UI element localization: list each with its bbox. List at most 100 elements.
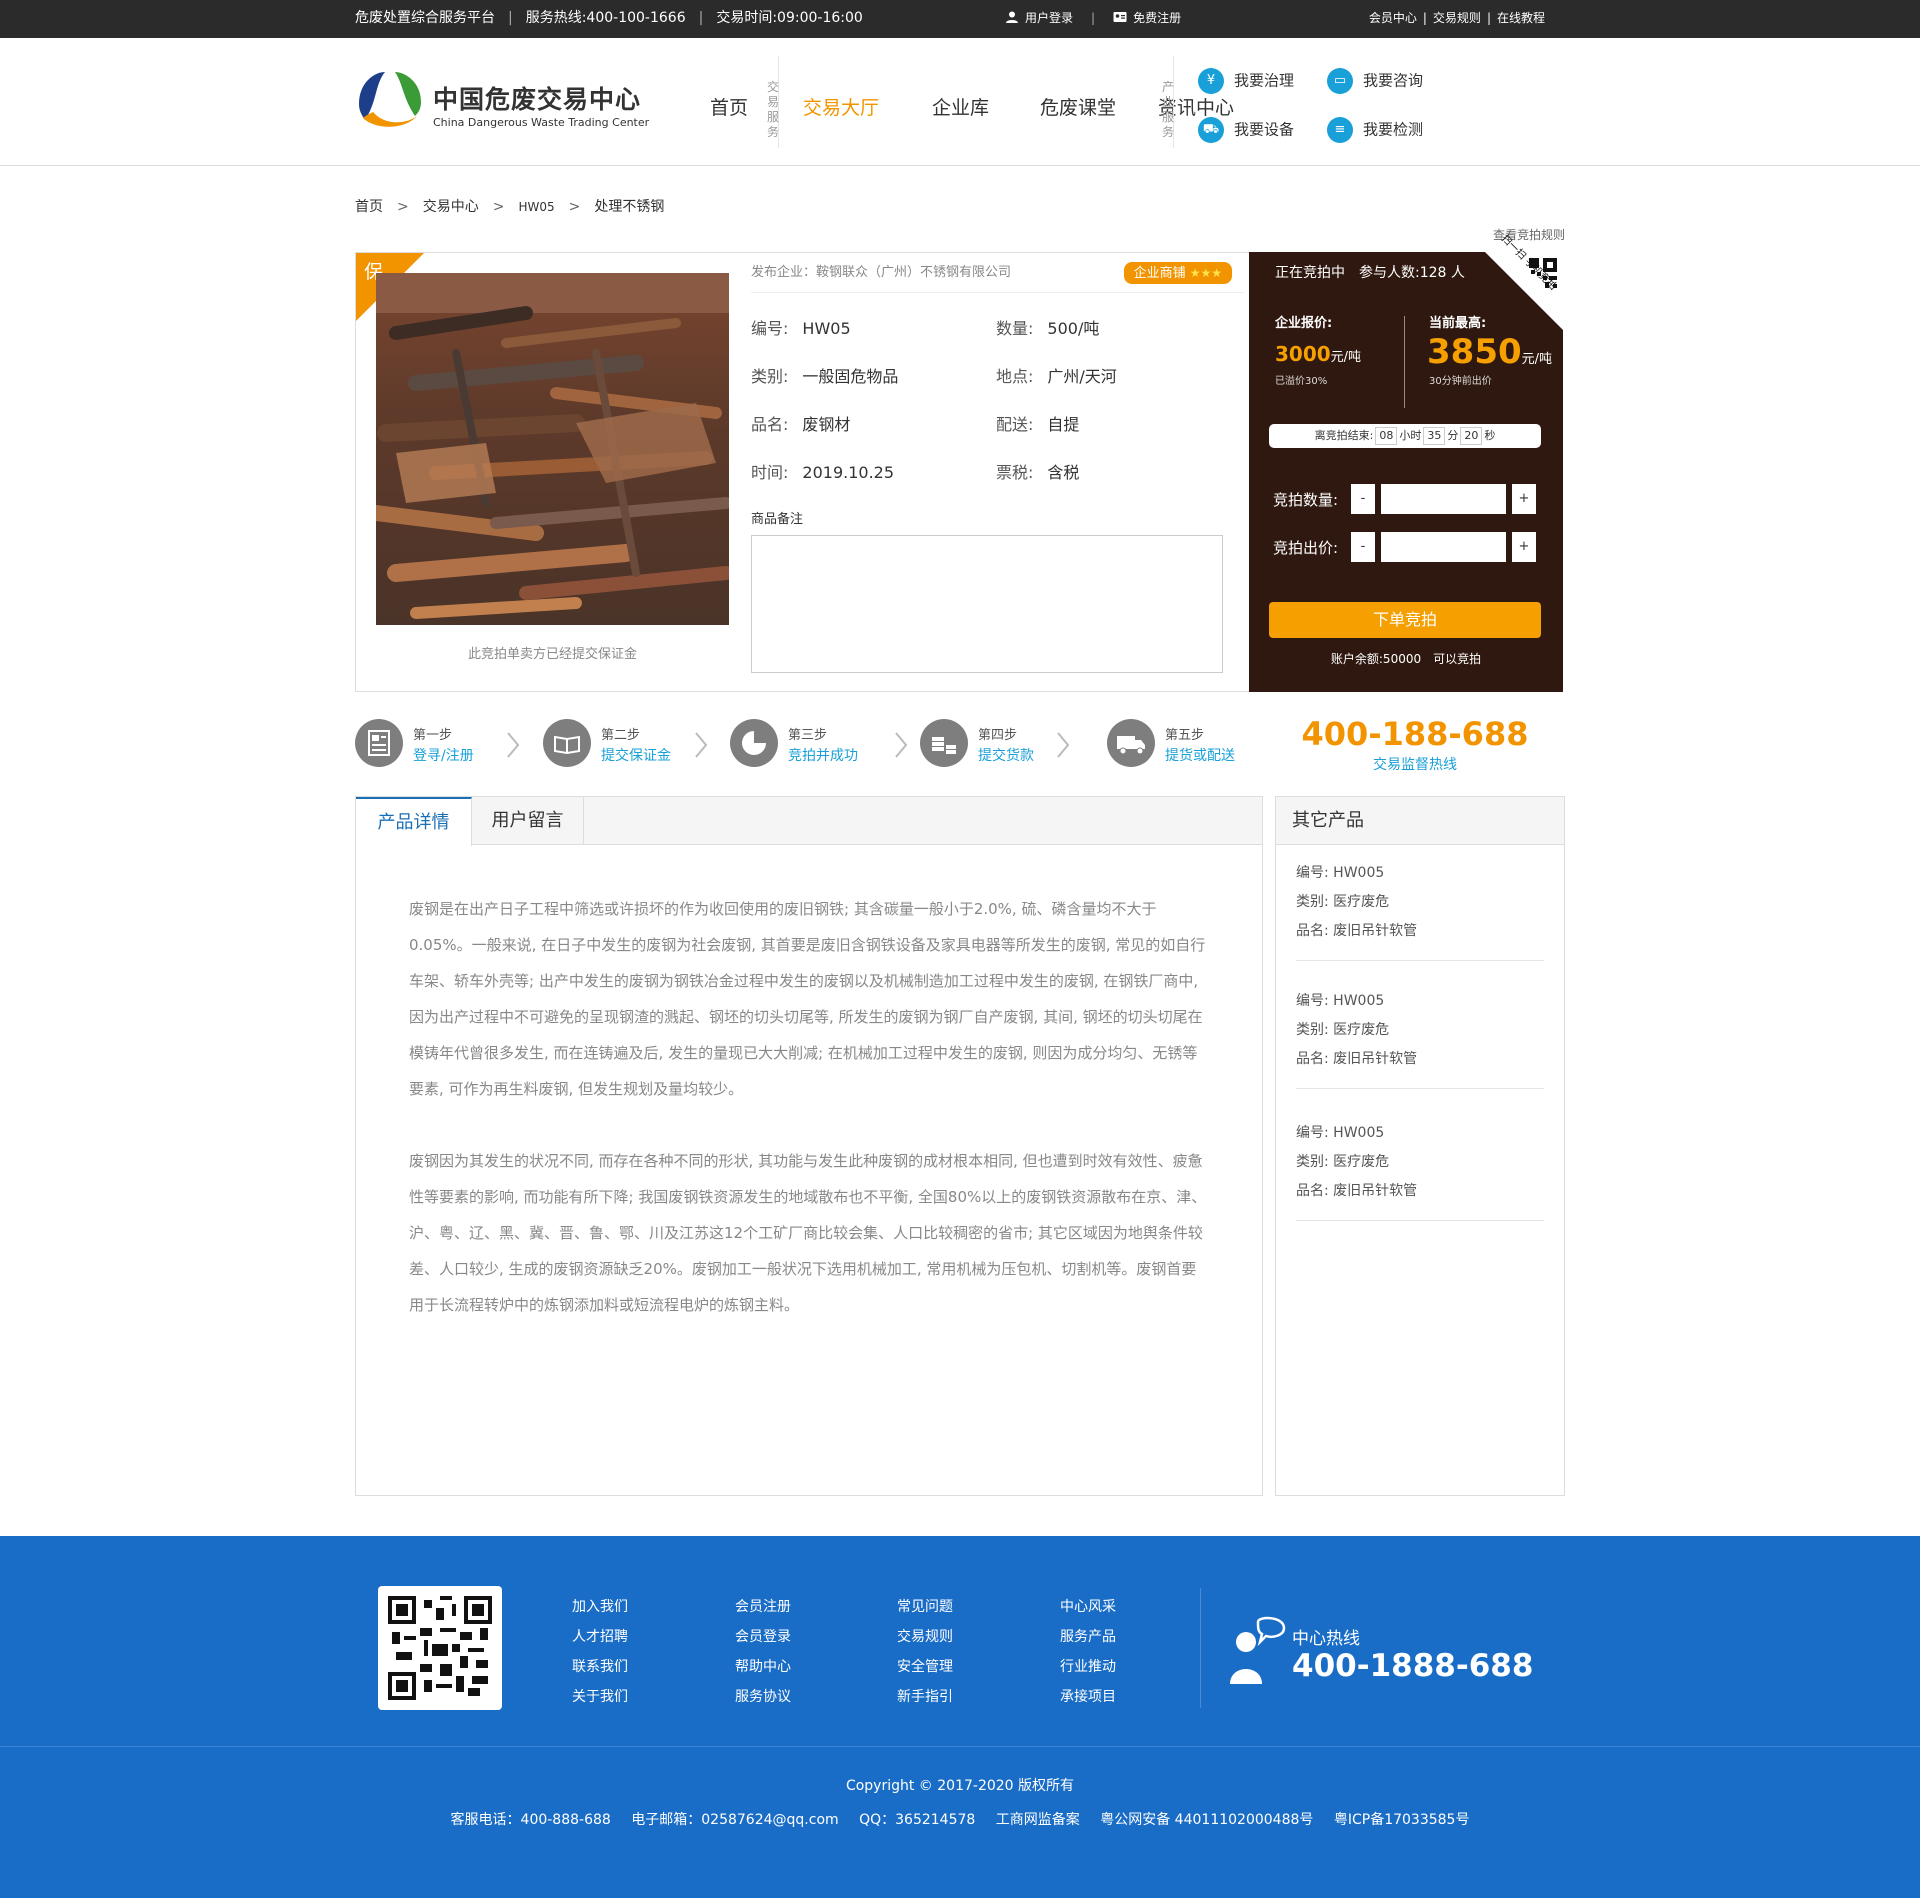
footer-link[interactable]: 服务协议 (735, 1682, 791, 1712)
register-link[interactable]: 免费注册 (1133, 11, 1181, 25)
breadcrumb-home[interactable]: 首页 (355, 199, 383, 215)
user-icon (1006, 11, 1018, 23)
nav-trading-hall[interactable]: 交易大厅 (803, 93, 879, 120)
business-record[interactable]: 工商网监备案 (996, 1812, 1080, 1828)
service-testing-label: 我要检测 (1363, 120, 1424, 139)
service-consult[interactable]: ▭ 我要咨询 (1327, 68, 1423, 94)
step-3-number: 第三步 (788, 728, 828, 743)
step-4-number: 第四步 (978, 728, 1018, 743)
footer-link[interactable]: 联系我们 (572, 1652, 628, 1682)
footer-link[interactable]: 新手指引 (897, 1682, 953, 1712)
rating-stars: ★★★ (1189, 266, 1222, 280)
icp-record[interactable]: 粤ICP备17033585号 (1334, 1812, 1470, 1828)
supervision-number: 400-188-688 (1301, 715, 1529, 753)
footer-bottom: Copyright © 2017-2020 版权所有 客服电话：400-888-… (0, 1746, 1920, 1898)
trade-rules-link[interactable]: 交易规则 (1433, 11, 1481, 25)
countdown-seconds: 20 (1460, 427, 1483, 445)
chevron-right-icon (695, 732, 708, 758)
login-link[interactable]: 用户登录 (1025, 11, 1073, 25)
field-location: 地点: 广州/天河 (996, 367, 1117, 386)
field-date: 时间: 2019.10.25 (751, 463, 895, 482)
footer-link[interactable]: 关于我们 (572, 1682, 628, 1712)
service-consult-label: 我要咨询 (1363, 71, 1424, 90)
contact-qq: QQ：365214578 (859, 1812, 976, 1828)
footer-link[interactable]: 会员注册 (735, 1592, 791, 1622)
auth-links: 用户登录 | 免费注册 (1005, 0, 1181, 36)
contact-phone: 客服电话：400-888-688 (450, 1812, 611, 1828)
footer-link[interactable]: 安全管理 (897, 1652, 953, 1682)
footer-link[interactable]: 加入我们 (572, 1592, 628, 1622)
price-plus-button[interactable]: + (1512, 532, 1536, 562)
service-testing[interactable]: ≡ 我要检测 (1327, 117, 1423, 143)
nav-home[interactable]: 首页 (710, 93, 748, 120)
logo[interactable]: 中国危废交易中心 China Dangerous Waste Trading C… (355, 68, 649, 140)
chevron-right-icon (507, 732, 520, 758)
field-code: 编号: HW05 (751, 319, 851, 338)
step-5-number: 第五步 (1165, 728, 1205, 743)
shop-button[interactable]: 企业商铺 ★★★ (1123, 262, 1232, 284)
breadcrumb: 首页 > 交易中心 > HW05 > 处理不锈钢 (355, 199, 665, 215)
tutorial-link[interactable]: 在线教程 (1497, 11, 1545, 25)
footer-link[interactable]: 行业推动 (1060, 1652, 1116, 1682)
footer-link[interactable]: 常见问题 (897, 1592, 953, 1622)
memo-box[interactable] (751, 535, 1223, 673)
current-price-label: 当前最高: (1429, 316, 1487, 331)
trading-hours: 交易时间:09:00-16:00 (716, 10, 863, 26)
yen-icon: ¥ (1198, 68, 1224, 94)
list-item[interactable]: 编号: HW005 类别: 医疗废危 品名: 废旧吊针软管 (1296, 987, 1544, 1089)
premium-note: 已溢价30% (1275, 376, 1328, 387)
footer-link[interactable]: 人才招聘 (572, 1622, 628, 1652)
scrap-metal-photo (376, 273, 729, 625)
field-category: 类别: 一般固危物品 (751, 367, 899, 386)
member-center-link[interactable]: 会员中心 (1369, 11, 1417, 25)
breadcrumb-trade-center[interactable]: 交易中心 (423, 199, 479, 215)
bid-price-input[interactable] (1381, 532, 1506, 562)
service-equipment[interactable]: ⛟ 我要设备 (1198, 117, 1294, 143)
nav-enterprise[interactable]: 企业库 (932, 93, 989, 120)
step-3-title[interactable]: 竞拍并成功 (788, 745, 858, 765)
process-steps: 第一步 登寻/注册 第二步 提交保证金 第三步 竞拍并成功 第四步 提交货款 第… (355, 714, 1565, 774)
company-price: 3000元/吨 (1275, 342, 1362, 366)
step-2-title[interactable]: 提交保证金 (601, 745, 671, 765)
product-image (376, 273, 729, 625)
bid-panel: 正在竞拍中 参与人数:128 人 扫一扫 手机竞拍 企业报价: 3000元/吨 … (1249, 233, 1563, 692)
nav-classroom[interactable]: 危废课堂 (1040, 93, 1116, 120)
list-item[interactable]: 编号: HW005 类别: 医疗废危 品名: 废旧吊针软管 (1296, 859, 1544, 961)
id-card-icon (1113, 12, 1127, 22)
step-5-title[interactable]: 提货或配送 (1165, 745, 1235, 765)
bid-quantity-input[interactable] (1381, 484, 1506, 514)
field-tax: 票税: 含税 (996, 463, 1080, 482)
list-item[interactable]: 编号: HW005 类别: 医疗废危 品名: 废旧吊针软管 (1296, 1119, 1544, 1221)
other-products: 其它产品 编号: HW005 类别: 医疗废危 品名: 废旧吊针软管 编号: H… (1275, 796, 1565, 1496)
product-info: 发布企业：鞍钢联众（广州）不锈钢有限公司 企业商铺 ★★★ 编号: HW05 数量… (728, 253, 1248, 691)
tab-user-comments[interactable]: 用户留言 (472, 797, 584, 845)
place-bid-button[interactable]: 下单竞拍 (1269, 602, 1541, 638)
footer-link[interactable]: 帮助中心 (735, 1652, 791, 1682)
breadcrumb-code[interactable]: HW05 (518, 200, 554, 214)
description-paragraph: 废钢因为其发生的状况不同, 而存在各种不同的形状, 其功能与发生此种废钢的成材根… (409, 1152, 1207, 1314)
police-record[interactable]: 粤公网安备 44011102000488号 (1100, 1812, 1313, 1828)
footer-link[interactable]: 服务产品 (1060, 1622, 1116, 1652)
logo-title: 中国危废交易中心 (433, 85, 642, 114)
step-4-title[interactable]: 提交货款 (978, 745, 1034, 765)
footer-link[interactable]: 会员登录 (735, 1622, 791, 1652)
company-price-label: 企业报价: (1275, 316, 1333, 331)
item-type: 类别: 医疗废危 (1296, 894, 1390, 910)
footer-link[interactable]: 交易规则 (897, 1622, 953, 1652)
service-govern[interactable]: ¥ 我要治理 (1198, 68, 1294, 94)
footer-link[interactable]: 承接项目 (1060, 1682, 1116, 1712)
price-minus-button[interactable]: - (1351, 532, 1375, 562)
item-code: 编号: HW005 (1296, 865, 1385, 881)
quantity-minus-button[interactable]: - (1351, 484, 1375, 514)
footer-link[interactable]: 中心风采 (1060, 1592, 1116, 1622)
contact-email[interactable]: 电子邮箱：02587624@qq.com (631, 1812, 838, 1828)
step-1-title[interactable]: 登寻/注册 (413, 745, 474, 765)
footer-contact: 客服电话：400-888-688 电子邮箱：02587624@qq.com QQ… (0, 1809, 1920, 1829)
platform-name: 危废处置综合服务平台 (355, 10, 495, 26)
tab-product-detail[interactable]: 产品详情 (356, 797, 472, 846)
quantity-plus-button[interactable]: + (1512, 484, 1536, 514)
industry-service-label: 产业服务 (1161, 80, 1174, 139)
item-type: 类别: 医疗废危 (1296, 1022, 1390, 1038)
item-name: 品名: 废旧吊针软管 (1296, 1183, 1418, 1199)
description-paragraph: 废钢是在出产日子工程中筛选或许损坏的作为收回使用的废旧钢铁; 其含碳量一般小于2… (409, 900, 1206, 1098)
